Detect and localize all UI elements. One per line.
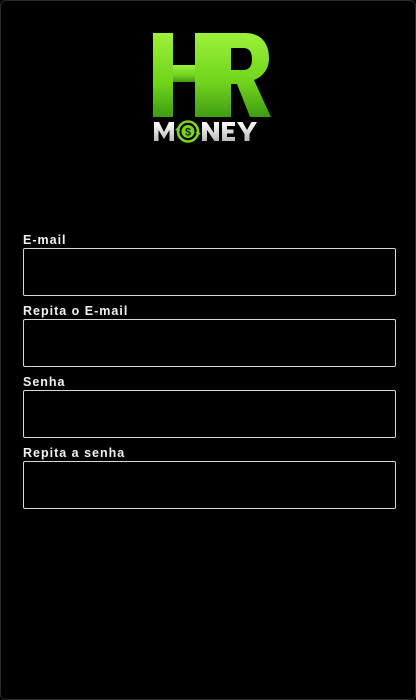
confirm-email-input[interactable] bbox=[23, 319, 396, 367]
svg-text:$: $ bbox=[185, 127, 191, 139]
field-confirm-email: Repita o E-mail bbox=[23, 304, 397, 367]
field-confirm-password: Repita a senha bbox=[23, 446, 397, 509]
registration-screen: $ E-mail Repita o E-mail Senha Repita a … bbox=[0, 0, 416, 700]
registration-form: E-mail Repita o E-mail Senha Repita a se… bbox=[23, 233, 397, 517]
email-label: E-mail bbox=[23, 233, 67, 247]
email-input[interactable] bbox=[23, 248, 396, 296]
field-email: E-mail bbox=[23, 233, 397, 296]
confirm-password-input[interactable] bbox=[23, 461, 396, 509]
dollar-refresh-icon: $ bbox=[175, 120, 201, 143]
logo-letter-r bbox=[213, 33, 271, 117]
confirm-email-label: Repita o E-mail bbox=[23, 304, 129, 318]
confirm-password-label: Repita a senha bbox=[23, 446, 126, 460]
field-password: Senha bbox=[23, 375, 397, 438]
logo-letter-h bbox=[153, 33, 213, 117]
logo-graphic: $ bbox=[153, 33, 271, 143]
password-label: Senha bbox=[23, 375, 66, 389]
password-input[interactable] bbox=[23, 390, 396, 438]
hr-money-logo: $ bbox=[151, 31, 273, 146]
logo-word-money bbox=[154, 122, 257, 141]
